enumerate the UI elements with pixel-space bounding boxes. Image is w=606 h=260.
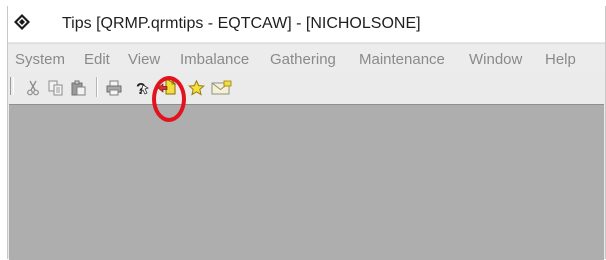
menu-maintenance[interactable]: Maintenance — [359, 51, 445, 68]
menu-imbalance[interactable]: Imbalance — [180, 51, 249, 68]
toolbar: ? — [8, 72, 605, 104]
help-icon[interactable]: ? — [132, 79, 150, 97]
menu-gathering[interactable]: Gathering — [270, 51, 336, 68]
mdi-client-area — [9, 104, 604, 260]
copy-icon[interactable] — [47, 79, 65, 97]
highlight-circle-annotation — [152, 76, 186, 122]
paste-icon[interactable] — [70, 79, 88, 97]
toolbar-separator — [96, 77, 98, 97]
menu-window[interactable]: Window — [469, 51, 522, 68]
window-title: Tips [QRMP.qrmtips - EQTCAW] - [NICHOLSO… — [62, 15, 421, 32]
menu-edit[interactable]: Edit — [84, 51, 110, 68]
cut-icon[interactable] — [24, 79, 42, 97]
print-icon[interactable] — [105, 79, 123, 97]
diamond-app-icon[interactable] — [14, 14, 30, 30]
toolbar-grip[interactable] — [10, 77, 14, 95]
mail-icon[interactable] — [210, 79, 232, 97]
favorites-star-icon[interactable] — [187, 79, 205, 97]
menu-bar: System Edit View Imbalance Gathering Mai… — [8, 43, 605, 73]
title-bar: Tips [QRMP.qrmtips - EQTCAW] - [NICHOLSO… — [8, 6, 605, 42]
menu-system[interactable]: System — [15, 51, 65, 68]
app-window: Tips [QRMP.qrmtips - EQTCAW] - [NICHOLSO… — [7, 6, 606, 260]
menu-help[interactable]: Help — [545, 51, 576, 68]
menu-view[interactable]: View — [128, 51, 160, 68]
